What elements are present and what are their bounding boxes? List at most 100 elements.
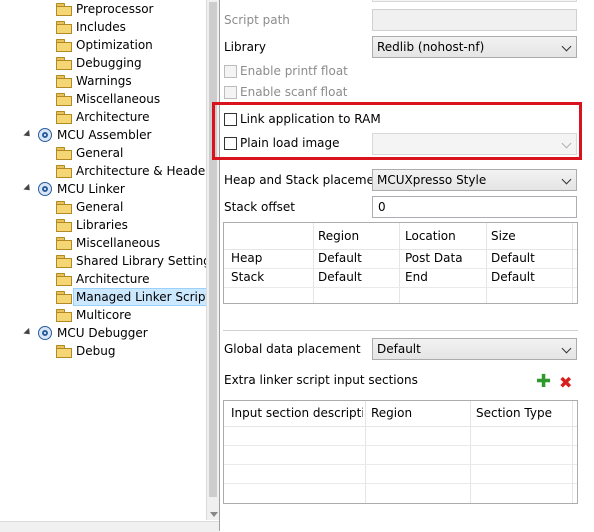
folder-icon bbox=[56, 93, 72, 106]
folder-icon bbox=[56, 219, 72, 232]
global-data-placement-select[interactable]: Default bbox=[372, 338, 577, 360]
tree-item-label: Multicore bbox=[76, 308, 132, 322]
enable-printf-float-checkbox[interactable] bbox=[224, 65, 237, 78]
table-cell[interactable]: Default bbox=[318, 268, 362, 287]
scroll-down-arrow-icon[interactable] bbox=[210, 512, 218, 517]
tree-item-label: Miscellaneous bbox=[76, 236, 161, 250]
tree-horizontal-scrollbar[interactable] bbox=[0, 521, 219, 532]
table-header-size[interactable]: Size bbox=[491, 227, 516, 246]
gear-icon bbox=[38, 326, 52, 340]
tree-item[interactable]: General bbox=[0, 144, 205, 162]
chevron-down-icon bbox=[561, 41, 572, 52]
heap-stack-placement-label: Heap and Stack placement bbox=[224, 173, 387, 187]
tree-item-label: General bbox=[76, 200, 124, 214]
extra-sections-table: Input section descripti... Region Sectio… bbox=[223, 400, 578, 504]
table-header-location[interactable]: Location bbox=[405, 227, 456, 246]
global-data-placement-label: Global data placement bbox=[224, 342, 361, 356]
tree-item[interactable]: Miscellaneous bbox=[0, 234, 205, 252]
tree-item[interactable]: Shared Library Settings bbox=[0, 252, 217, 270]
folder-icon bbox=[56, 345, 72, 358]
heap-stack-table: Region Location Size Heap Default Post D… bbox=[223, 222, 578, 304]
tree-item-label: Warnings bbox=[76, 74, 132, 88]
tree-item[interactable]: MCU Assembler bbox=[0, 126, 205, 144]
tree-item-label: Preprocessor bbox=[76, 2, 154, 16]
folder-icon bbox=[56, 111, 72, 124]
table-cell[interactable]: Post Data bbox=[405, 249, 463, 268]
tree-vertical-scrollbar[interactable] bbox=[206, 0, 219, 520]
folder-icon bbox=[56, 39, 72, 52]
folder-icon bbox=[56, 57, 72, 70]
table-cell[interactable]: Default bbox=[491, 268, 535, 287]
pane-splitter[interactable] bbox=[219, 0, 220, 531]
script-path-field bbox=[372, 9, 577, 31]
gear-icon bbox=[38, 182, 52, 196]
folder-icon bbox=[56, 75, 72, 88]
tree-item[interactable]: Preprocessor bbox=[0, 0, 205, 18]
table-cell[interactable]: Default bbox=[491, 249, 535, 268]
table-header-section-type[interactable]: Section Type bbox=[476, 404, 552, 423]
tree-item-label: Architecture & Headers bbox=[76, 164, 217, 178]
heap-stack-placement-select[interactable]: MCUXpresso Style bbox=[372, 169, 577, 191]
chevron-down-icon bbox=[561, 343, 572, 354]
table-cell: Stack bbox=[231, 270, 265, 284]
settings-tree: Preprocessor Includes Optimization Debuggin… bbox=[0, 0, 217, 520]
stack-offset-input[interactable]: 0 bbox=[372, 196, 577, 218]
script-path-label: Script path bbox=[224, 13, 290, 27]
tree-item[interactable]: MCU Linker bbox=[0, 180, 205, 198]
tree-item[interactable]: Miscellaneous bbox=[0, 90, 205, 108]
tree-item[interactable]: Architecture bbox=[0, 270, 205, 288]
tree-item-label: MCU Linker bbox=[57, 182, 125, 196]
tree-item[interactable]: Includes bbox=[0, 18, 205, 36]
folder-icon bbox=[56, 3, 72, 16]
tree-item-label: Includes bbox=[76, 20, 126, 34]
add-icon[interactable]: ✚ bbox=[536, 373, 551, 391]
tree-item[interactable]: Architecture & Headers bbox=[0, 162, 216, 180]
tree-item[interactable]: Optimization bbox=[0, 36, 205, 54]
top-clipped-combo bbox=[372, 0, 577, 2]
expand-arrow-icon[interactable] bbox=[23, 129, 33, 140]
tree-item-label: Optimization bbox=[76, 38, 153, 52]
tree-item[interactable]: Managed Linker Script bbox=[0, 288, 214, 306]
enable-scanf-float-checkbox[interactable] bbox=[224, 86, 237, 99]
folder-icon bbox=[56, 309, 72, 322]
tree-item-label: Managed Linker Script bbox=[73, 288, 214, 306]
library-select[interactable]: Redlib (nohost-nf) bbox=[372, 36, 577, 58]
tree-item[interactable]: Architecture bbox=[0, 108, 205, 126]
enable-scanf-float-label: Enable scanf float bbox=[240, 85, 348, 99]
expand-arrow-icon[interactable] bbox=[23, 183, 33, 194]
tree-item-label: Debug bbox=[76, 344, 116, 358]
tree-item[interactable]: Libraries bbox=[0, 216, 205, 234]
tree-item-label: MCU Assembler bbox=[57, 128, 152, 142]
library-select-value: Redlib (nohost-nf) bbox=[377, 40, 485, 54]
table-header-region[interactable]: Region bbox=[371, 404, 412, 423]
folder-icon bbox=[56, 291, 72, 304]
tree-item-label: Libraries bbox=[76, 218, 128, 232]
global-data-placement-value: Default bbox=[377, 342, 421, 356]
folder-icon bbox=[56, 21, 72, 34]
tree-item[interactable]: Multicore bbox=[0, 306, 205, 324]
table-cell[interactable]: Default bbox=[318, 249, 362, 268]
table-header-region[interactable]: Region bbox=[318, 227, 359, 246]
library-label: Library bbox=[224, 40, 266, 54]
tree-item[interactable]: MCU Debugger bbox=[0, 324, 205, 342]
scrollbar-thumb[interactable] bbox=[209, 2, 217, 497]
gear-icon bbox=[38, 128, 52, 142]
tree-item[interactable]: General bbox=[0, 198, 205, 216]
expand-arrow-icon[interactable] bbox=[23, 327, 33, 338]
enable-printf-float-label: Enable printf float bbox=[240, 64, 348, 78]
folder-icon bbox=[56, 147, 72, 160]
remove-icon[interactable]: ✖ bbox=[559, 375, 572, 391]
tree-item-label: Shared Library Settings bbox=[76, 254, 218, 268]
tree-item-label: Architecture bbox=[76, 110, 150, 124]
tree-item[interactable]: Debugging bbox=[0, 54, 205, 72]
tree-item[interactable]: Warnings bbox=[0, 72, 205, 90]
table-cell[interactable]: End bbox=[405, 268, 428, 287]
folder-icon bbox=[56, 237, 72, 250]
red-highlight-box bbox=[212, 102, 582, 160]
table-header-input-section[interactable]: Input section descripti... bbox=[231, 404, 363, 423]
tree-item-label: General bbox=[76, 146, 124, 160]
chevron-down-icon bbox=[561, 174, 572, 185]
tree-item-label: Miscellaneous bbox=[76, 92, 161, 106]
tree-item[interactable]: Debug bbox=[0, 342, 205, 360]
top-clip bbox=[224, 0, 368, 2]
